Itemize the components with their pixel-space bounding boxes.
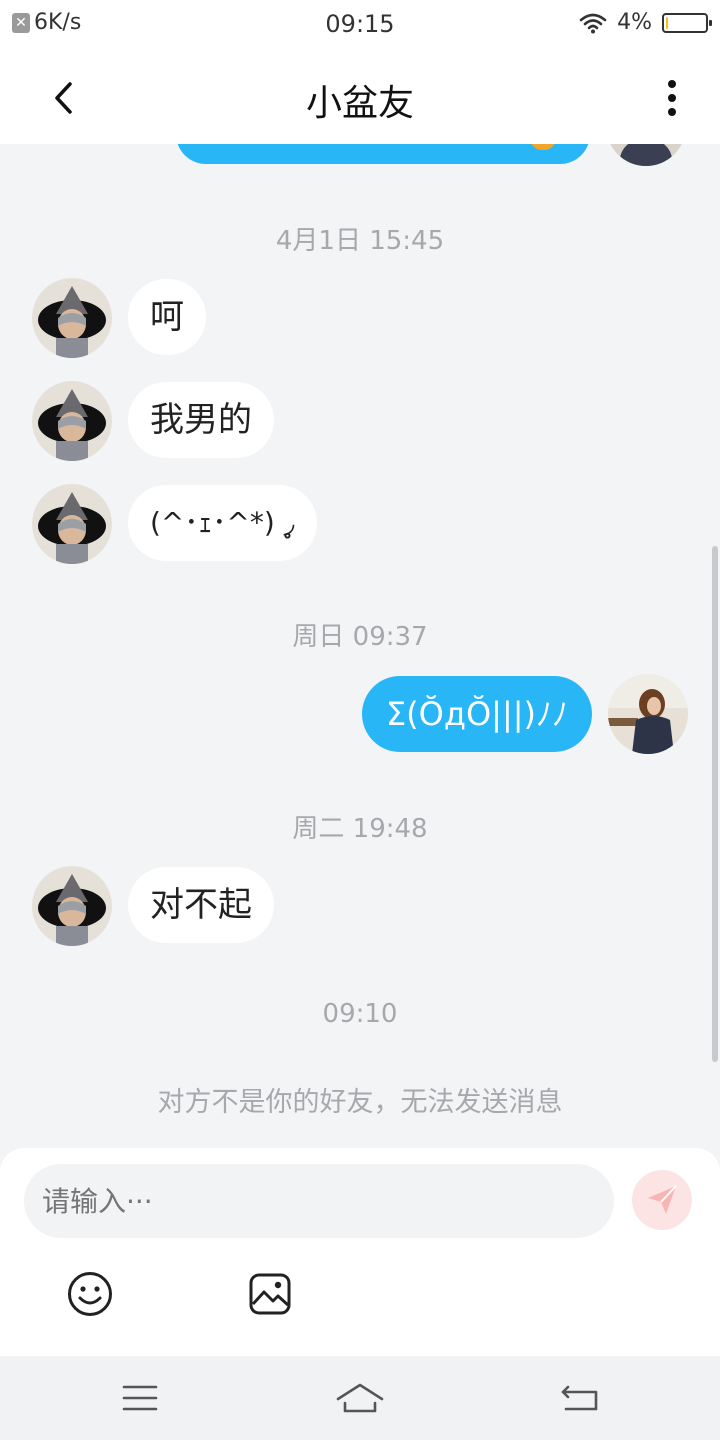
status-bar: ✕ 6K/s 09:15 4%	[0, 0, 720, 50]
emoji-icon	[530, 144, 556, 150]
home-button[interactable]	[334, 1378, 386, 1418]
my-avatar[interactable]	[608, 674, 688, 754]
contact-avatar[interactable]	[32, 278, 112, 358]
incoming-message-bubble[interactable]: 呵	[128, 279, 206, 355]
input-panel	[0, 1148, 720, 1356]
incoming-message-bubble[interactable]: (^･ｪ･^*) ◞̥̥̥	[128, 485, 317, 561]
contact-avatar[interactable]	[32, 866, 112, 946]
recent-apps-button[interactable]	[118, 1378, 162, 1418]
image-icon	[249, 1273, 291, 1315]
message-list[interactable]: 4月1日 15:45 呵 我男的 (^･ｪ･^*) ◞̥̥̥ 周日 09:37 …	[0, 144, 720, 1148]
smiley-icon	[68, 1272, 112, 1316]
battery-fill	[666, 16, 668, 29]
status-indicators: 4%	[579, 10, 712, 35]
timestamp: 周日 09:37	[292, 622, 428, 652]
timestamp: 09:10	[322, 999, 398, 1029]
not-friend-notice: 对方不是你的好友，无法发送消息	[157, 1087, 563, 1118]
more-vertical-icon	[668, 80, 676, 116]
battery-percent: 4%	[617, 10, 652, 35]
scrollbar[interactable]	[712, 546, 718, 1062]
emoji-button[interactable]	[66, 1270, 114, 1318]
send-icon	[648, 1185, 677, 1214]
timestamp: 周二 19:48	[292, 814, 428, 844]
my-avatar[interactable]	[606, 144, 686, 166]
menu-icon	[122, 1385, 158, 1411]
home-icon	[336, 1383, 384, 1413]
image-button[interactable]	[246, 1270, 294, 1318]
more-button[interactable]	[652, 72, 692, 124]
outgoing-message-bubble[interactable]: Σ(ŎдŎ|||)ﾉﾉ	[361, 676, 592, 752]
system-nav-bar	[0, 1356, 720, 1440]
contact-avatar[interactable]	[32, 381, 112, 461]
chat-header: 小盆友	[0, 50, 720, 144]
incoming-message-bubble[interactable]: 对不起	[128, 867, 274, 943]
outgoing-message-bubble[interactable]	[176, 144, 590, 164]
send-button[interactable]	[632, 1170, 692, 1230]
back-nav-button[interactable]	[558, 1378, 602, 1418]
message-input[interactable]	[24, 1164, 614, 1238]
wifi-icon	[579, 13, 607, 33]
contact-avatar[interactable]	[32, 484, 112, 564]
page-title: 小盆友	[305, 83, 414, 124]
timestamp: 4月1日 15:45	[275, 226, 445, 256]
incoming-message-bubble[interactable]: 我男的	[128, 382, 274, 458]
battery-icon	[662, 12, 712, 33]
return-icon	[561, 1385, 598, 1411]
